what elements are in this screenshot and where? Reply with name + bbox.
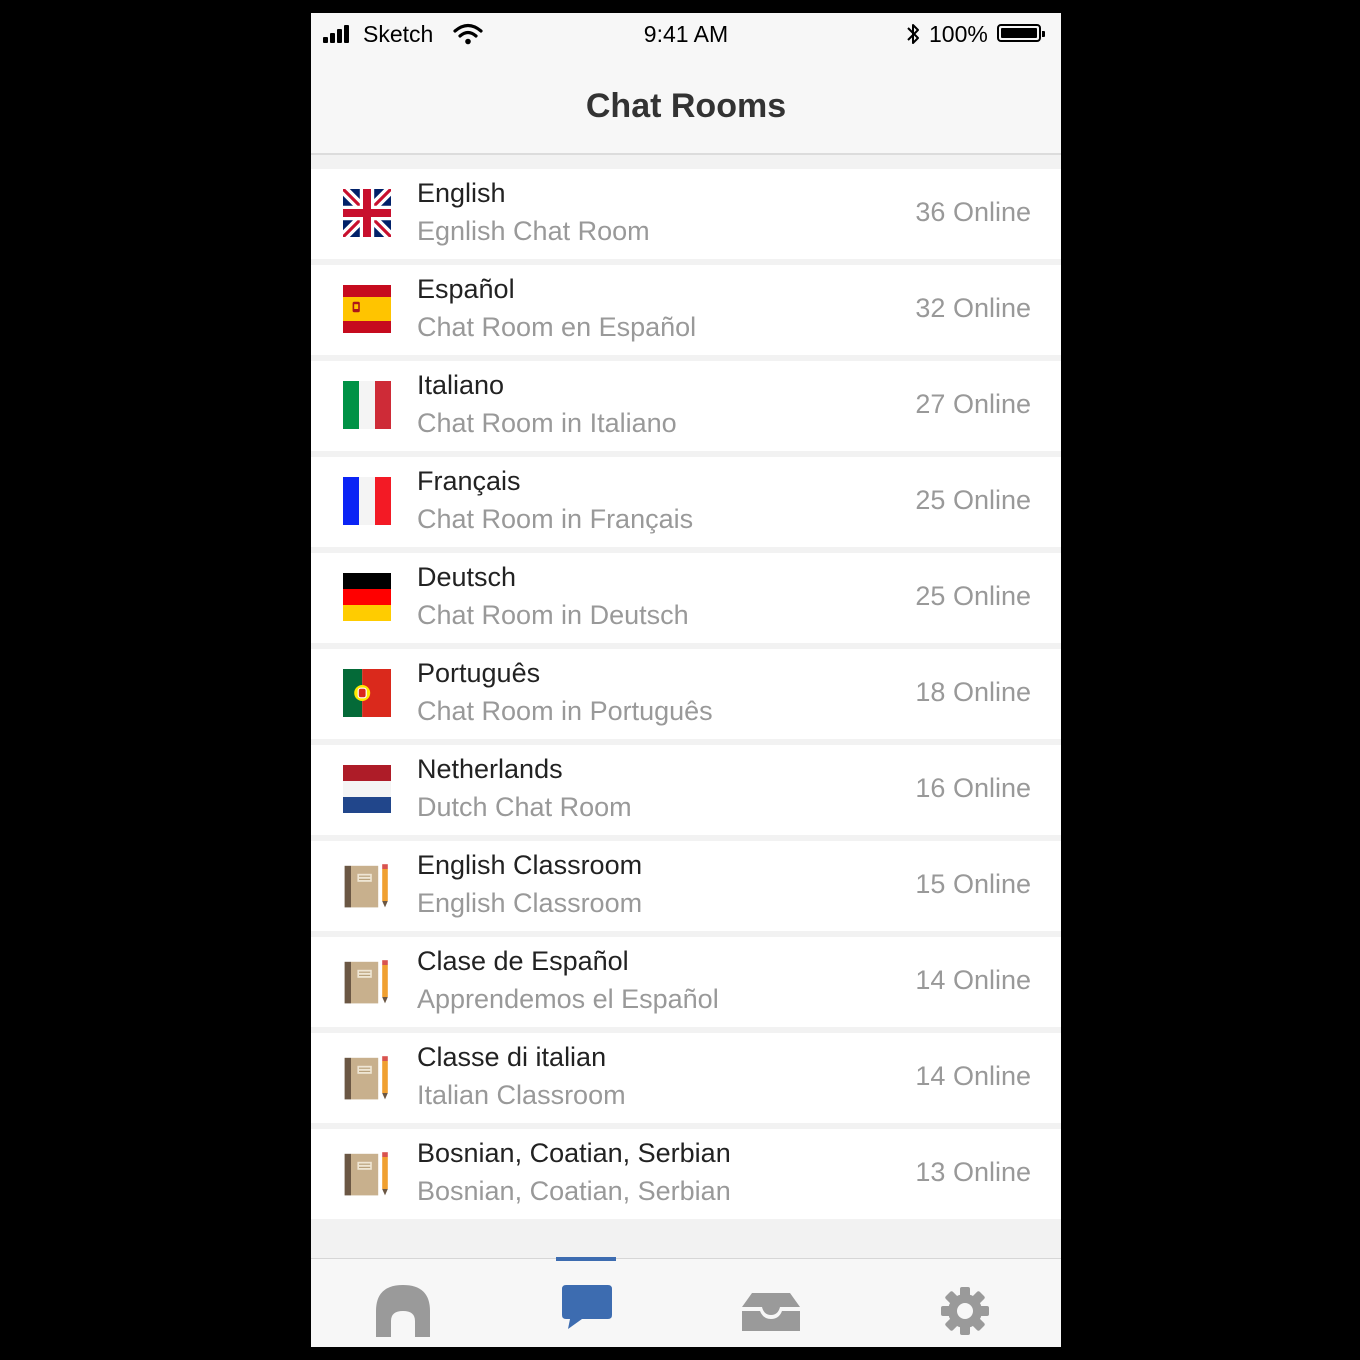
- phone-screen: Sketch 9:41 AM 100% Chat Rooms English E…: [311, 13, 1061, 1347]
- room-title: Français: [417, 466, 521, 496]
- gear-icon: [941, 1287, 989, 1335]
- notebook-pencil-icon: [344, 1056, 388, 1100]
- tab-inbox[interactable]: [685, 1259, 872, 1347]
- bluetooth-icon: [907, 24, 919, 44]
- room-subtitle: Chat Room en Español: [417, 312, 697, 342]
- chat-room-row-clase-de-espanol[interactable]: Clase de Español Apprendemos el Español …: [311, 937, 1061, 1027]
- room-title: Italiano: [417, 370, 505, 400]
- room-title: English: [417, 178, 506, 208]
- france-flag-icon: [343, 477, 391, 525]
- room-subtitle: English Classroom: [417, 888, 643, 918]
- room-title: Português: [417, 658, 541, 688]
- room-subtitle: Chat Room in Français: [417, 504, 694, 534]
- battery-icon: [997, 24, 1045, 42]
- online-count: 14 Online: [915, 1061, 1031, 1091]
- online-count: 13 Online: [915, 1157, 1031, 1187]
- chat-room-row-italiano[interactable]: Italiano Chat Room in Italiano 27 Online: [311, 361, 1061, 451]
- status-bar: Sketch 9:41 AM 100%: [311, 13, 1061, 55]
- chat-room-row-english[interactable]: English Egnlish Chat Room 36 Online: [311, 169, 1061, 259]
- online-count: 18 Online: [915, 677, 1031, 707]
- room-title: Clase de Español: [417, 946, 629, 976]
- room-subtitle: Dutch Chat Room: [417, 792, 632, 822]
- online-count: 27 Online: [915, 389, 1031, 419]
- chat-bubble-icon: [562, 1285, 612, 1329]
- online-count: 15 Online: [915, 869, 1031, 899]
- room-title: Netherlands: [417, 754, 563, 784]
- online-count: 16 Online: [915, 773, 1031, 803]
- spain-flag-icon: [343, 285, 391, 333]
- chat-room-row-francais[interactable]: Français Chat Room in Français 25 Online: [311, 457, 1061, 547]
- tab-home[interactable]: [311, 1259, 498, 1347]
- tab-settings[interactable]: [872, 1259, 1059, 1347]
- room-subtitle: Apprendemos el Español: [417, 984, 719, 1014]
- room-title: Deutsch: [417, 562, 517, 592]
- chat-room-row-deutsch[interactable]: Deutsch Chat Room in Deutsch 25 Online: [311, 553, 1061, 643]
- online-count: 25 Online: [915, 581, 1031, 611]
- uk-flag-icon: [343, 189, 391, 237]
- chat-room-row-portugues[interactable]: Português Chat Room in Português 18 Onli…: [311, 649, 1061, 739]
- navigation-bar: Chat Rooms: [311, 55, 1061, 155]
- online-count: 14 Online: [915, 965, 1031, 995]
- chat-room-list[interactable]: English Egnlish Chat Room 36 Online Espa…: [311, 155, 1061, 1258]
- chat-room-row-classe-di-italian[interactable]: Classe di italian Italian Classroom 14 O…: [311, 1033, 1061, 1123]
- room-subtitle: Egnlish Chat Room: [417, 216, 650, 246]
- room-title: Bosnian, Coatian, Serbian: [417, 1138, 731, 1168]
- tab-chat[interactable]: [498, 1257, 685, 1347]
- chat-room-row-espanol[interactable]: Español Chat Room en Español 32 Online: [311, 265, 1061, 355]
- online-count: 32 Online: [915, 293, 1031, 323]
- battery-percent: 100%: [929, 21, 988, 47]
- online-count: 36 Online: [915, 197, 1031, 227]
- chat-room-row-bosnian-coatian-serbian[interactable]: Bosnian, Coatian, Serbian Bosnian, Coati…: [311, 1129, 1061, 1219]
- chat-room-row-netherlands[interactable]: Netherlands Dutch Chat Room 16 Online: [311, 745, 1061, 835]
- italy-flag-icon: [343, 381, 391, 429]
- notebook-pencil-icon: [344, 1152, 388, 1196]
- notebook-pencil-icon: [344, 960, 388, 1004]
- page-title: Chat Rooms: [585, 87, 787, 125]
- room-subtitle: Chat Room in Português: [417, 696, 713, 726]
- room-subtitle: Chat Room in Italiano: [417, 408, 677, 438]
- home-icon: [376, 1285, 430, 1337]
- online-count: 25 Online: [915, 485, 1031, 515]
- room-title: Classe di italian: [417, 1042, 607, 1072]
- portugal-flag-icon: [343, 669, 391, 717]
- netherlands-flag-icon: [343, 765, 391, 813]
- germany-flag-icon: [343, 573, 391, 621]
- room-subtitle: Chat Room in Deutsch: [417, 600, 689, 630]
- notebook-pencil-icon: [344, 864, 388, 908]
- room-title: Español: [417, 274, 515, 304]
- chat-room-row-english-classroom[interactable]: English Classroom English Classroom 15 O…: [311, 841, 1061, 931]
- room-subtitle: Bosnian, Coatian, Serbian: [417, 1176, 731, 1206]
- inbox-icon: [742, 1293, 800, 1331]
- active-tab-indicator: [556, 1257, 616, 1261]
- room-title: English Classroom: [417, 850, 643, 880]
- tab-bar: [311, 1257, 1061, 1347]
- room-subtitle: Italian Classroom: [417, 1080, 626, 1110]
